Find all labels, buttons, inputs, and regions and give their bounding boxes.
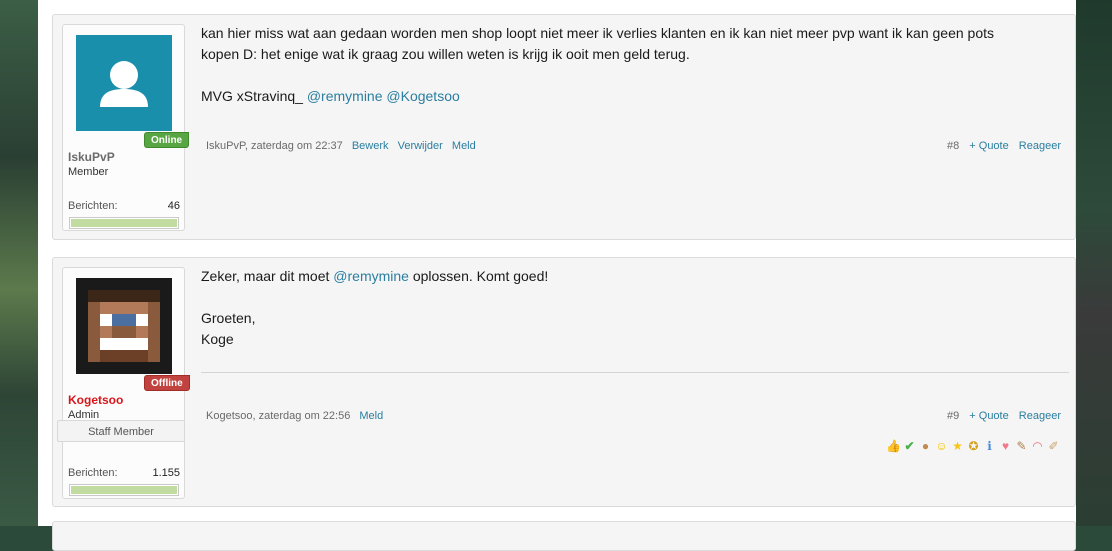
message-line: kan hier miss wat aan gedaan worden men … (201, 25, 994, 41)
name-line: Koge (201, 331, 234, 347)
meta-right: #8 + Quote Reageer (940, 138, 1061, 154)
author-timestamp[interactable]: IskuPvP, zaterdag om 22:37 (206, 140, 343, 152)
stat-value: 1.155 (152, 467, 180, 479)
post-8: Online IskuPvP Member Berichten: 46 kan … (52, 14, 1076, 240)
report-link[interactable]: Meld (359, 410, 383, 422)
heart-icon[interactable]: ♥ (998, 439, 1013, 454)
post-9: Offline Kogetsoo Admin Staff Member Beri… (52, 257, 1076, 507)
meta-left: Kogetsoo, zaterdag om 22:56 Meld (206, 410, 389, 422)
ratings-bar: 👍 ✔ ● ☺ ★ ✪ ℹ ♥ ✎ ◠ ✐ (886, 439, 1061, 455)
mention-link[interactable]: @remymine (333, 268, 409, 284)
message-user-info: Offline Kogetsoo Admin Staff Member Beri… (57, 267, 190, 499)
quote-button[interactable]: + Quote (969, 140, 1008, 152)
avatar[interactable] (76, 278, 172, 374)
stat-label: Berichten: (68, 467, 118, 479)
page-background-right (1076, 0, 1112, 526)
message-count: Berichten: 46 (68, 200, 180, 212)
thread-content: Online IskuPvP Member Berichten: 46 kan … (38, 0, 1076, 551)
offline-status-badge: Offline (144, 375, 190, 391)
message-line: Zeker, maar dit moet @remymine oplossen.… (201, 266, 1065, 287)
delete-link[interactable]: Verwijder (398, 140, 443, 152)
quote-button[interactable]: + Quote (969, 410, 1008, 422)
message-body: Zeker, maar dit moet @remymine oplossen.… (201, 266, 1065, 350)
meta-right: #9 + Quote Reageer (940, 408, 1061, 424)
minecraft-face-icon (76, 278, 172, 374)
author-timestamp[interactable]: Kogetsoo, zaterdag om 22:56 (206, 410, 350, 422)
report-link[interactable]: Meld (452, 140, 476, 152)
message-user-info: Online IskuPvP Member Berichten: 46 (62, 24, 190, 231)
edit-link[interactable]: Bewerk (352, 140, 389, 152)
online-status-badge: Online (144, 132, 190, 148)
medal-icon[interactable]: ✪ (966, 439, 981, 454)
rainbow-icon[interactable]: ◠ (1030, 439, 1045, 454)
meta-left: IskuPvP, zaterdag om 22:37 Bewerk Verwij… (206, 140, 482, 152)
brush-icon[interactable]: ✐ (1046, 439, 1061, 454)
signature-text: MVG xStravinq_ (201, 88, 307, 104)
default-user-icon (100, 61, 148, 107)
stat-progress-fill (71, 486, 177, 494)
signature-divider (201, 372, 1069, 373)
post-number[interactable]: #9 (947, 410, 959, 422)
signature-line: MVG xStravinq_ @remymine @Kogetsoo (201, 86, 1065, 107)
staff-banner: Staff Member (57, 420, 185, 442)
thumbs-up-icon[interactable]: 👍 (886, 439, 901, 454)
info-icon[interactable]: ℹ (982, 439, 997, 454)
message-meta: Kogetsoo, zaterdag om 22:56 Meld #9 + Qu… (206, 408, 1061, 424)
username[interactable]: IskuPvP (68, 150, 115, 164)
message-count: Berichten: 1.155 (68, 467, 180, 479)
avatar[interactable] (76, 35, 172, 131)
mention-link[interactable]: @Kogetsoo (386, 88, 459, 104)
message-body: kan hier miss wat aan gedaan worden men … (201, 23, 1065, 107)
stat-progress-fill (71, 219, 177, 227)
star-icon[interactable]: ★ (950, 439, 965, 454)
mention-link[interactable]: @remymine (307, 88, 383, 104)
message-meta: IskuPvP, zaterdag om 22:37 Bewerk Verwij… (206, 138, 1061, 154)
username[interactable]: Kogetsoo (68, 393, 123, 407)
user-title: Member (68, 166, 109, 178)
post-number[interactable]: #8 (947, 140, 959, 152)
message-text: oplossen. Komt goed! (408, 268, 549, 284)
message-text: Zeker, maar dit moet (201, 268, 334, 284)
greeting-line: Groeten, (201, 310, 256, 326)
page-background-left (0, 0, 38, 526)
reply-button[interactable]: Reageer (1019, 410, 1061, 422)
reply-button[interactable]: Reageer (1019, 140, 1061, 152)
wrench-icon[interactable]: ✎ (1014, 439, 1029, 454)
stat-value: 46 (167, 200, 180, 212)
stat-progress-bar (69, 484, 179, 496)
smile-icon[interactable]: ☺ (934, 439, 949, 454)
message-line: kopen D: het enige wat ik graag zou will… (201, 46, 690, 62)
stat-label: Berichten: (68, 200, 118, 212)
check-icon[interactable]: ✔ (902, 439, 917, 454)
cookie-icon[interactable]: ● (918, 439, 933, 454)
stat-progress-bar (69, 217, 179, 229)
